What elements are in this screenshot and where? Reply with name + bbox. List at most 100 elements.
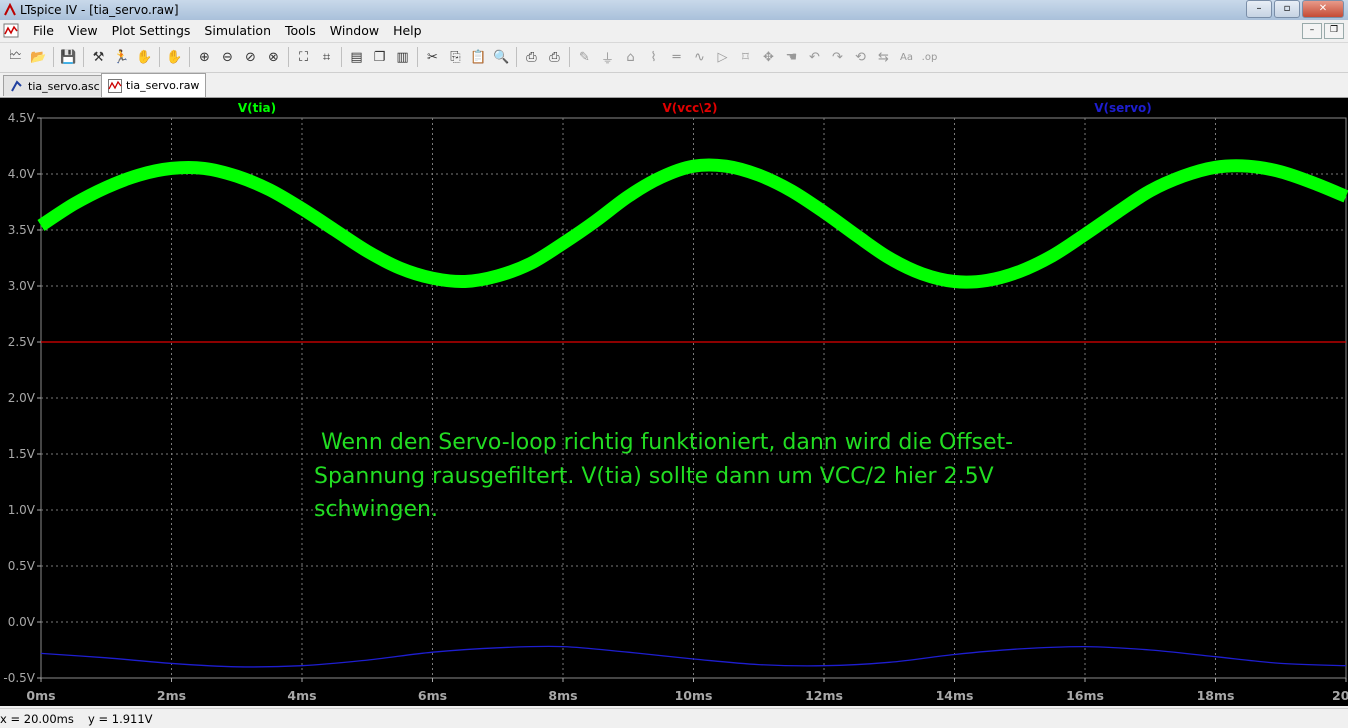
toolbar-separator (83, 47, 84, 67)
y-tick-label: 2.5V (8, 335, 36, 349)
toolbar: 🗠 📂 💾 ⚒ 🏃 ✋ ✋ ⊕ ⊖ ⊘ ⊗ ⛶ ⌗ ▤ ❐ ▥ ✂ ⎘ 📋 🔍 ⎙ ⎙ ✎ ⏚ ⌂ ⌇ ═ ∿ ▷ ⌑ ✥ ☚ ↶ ↷ ⟲ ⇆ Aa .o… (0, 42, 1348, 73)
legend-label: V(servo) (1094, 101, 1152, 115)
cursor-x-readout: x = 20.00ms (0, 712, 74, 726)
y-tick-label: -0.5V (3, 671, 35, 685)
zoom-in-icon[interactable]: ⊕ (193, 46, 216, 68)
status-bar: x = 20.00ms y = 1.911V (0, 708, 1348, 728)
x-tick-label: 4ms (287, 688, 316, 703)
tab-label: tia_servo.asc (28, 79, 100, 93)
y-tick-label: 1.5V (8, 447, 36, 461)
x-tick-label: 8ms (548, 688, 577, 703)
waveform-chart[interactable]: 4.5V 4.0V 3.5V 3.0V 2.5V 2.0V 1.5V 1.0V 0.5V 0.0V… (0, 98, 1348, 706)
x-tick-label: 6ms (418, 688, 447, 703)
zoom-cancel-icon[interactable]: ⊗ (262, 46, 285, 68)
drag-icon[interactable]: ☚ (780, 46, 803, 68)
menu-window[interactable]: Window (323, 23, 386, 38)
mdi-minimize-button[interactable]: – (1302, 23, 1322, 39)
copy-icon[interactable]: ⎘ (444, 46, 467, 68)
x-tick-label: 18ms (1197, 688, 1235, 703)
y-tick-label: 2.0V (8, 391, 36, 405)
paste-icon[interactable]: 📋 (467, 46, 490, 68)
tab-schematic[interactable]: tia_servo.asc (3, 75, 107, 96)
inductor-icon[interactable]: ∿ (688, 46, 711, 68)
x-tick-label: 14ms (936, 688, 974, 703)
y-tick-label: 4.0V (8, 167, 36, 181)
document-waveform-icon[interactable] (3, 23, 19, 38)
y-tick-label: 3.5V (8, 223, 36, 237)
label-icon[interactable]: ⌂ (619, 46, 642, 68)
x-tick-label: 2ms (157, 688, 186, 703)
waveform-plot[interactable]: 4.5V 4.0V 3.5V 3.0V 2.5V 2.0V 1.5V 1.0V 0.5V 0.0V… (0, 98, 1348, 706)
x-tick-label: 10ms (675, 688, 713, 703)
document-tabs: tia_servo.asc tia_servo.raw (0, 73, 1348, 98)
control-panel-icon[interactable]: ⚒ (87, 46, 110, 68)
print-preview-icon[interactable]: ⎙ (520, 46, 543, 68)
tile-horizontal-icon[interactable]: ▥ (391, 46, 414, 68)
open-icon[interactable]: 📂 (27, 46, 50, 68)
menu-tools[interactable]: Tools (278, 23, 323, 38)
annotation-text: schwingen. (314, 497, 438, 522)
annotation-text: Spannung rausgefiltert. V(tia) sollte da… (314, 464, 994, 489)
y-tick-label: 0.5V (8, 559, 36, 573)
maximize-button[interactable]: ▫ (1274, 0, 1300, 18)
toolbar-separator (569, 47, 570, 67)
toolbar-separator (189, 47, 190, 67)
ground-icon[interactable]: ⏚ (596, 46, 619, 68)
x-tick-label: 12ms (805, 688, 843, 703)
minimize-button[interactable]: – (1246, 0, 1272, 18)
menu-file[interactable]: File (26, 23, 61, 38)
close-button[interactable]: ✕ (1302, 0, 1344, 18)
toolbar-separator (159, 47, 160, 67)
halt-icon[interactable]: ✋ (133, 46, 156, 68)
y-tick-label: 0.0V (8, 615, 36, 629)
diode-icon[interactable]: ▷ (711, 46, 734, 68)
mdi-restore-button[interactable]: ❐ (1324, 23, 1344, 39)
y-tick-label: 4.5V (8, 111, 36, 125)
ltspice-logo-icon (4, 3, 16, 16)
window-title: LTspice IV - [tia_servo.raw] (20, 3, 179, 17)
redo-icon[interactable]: ↷ (826, 46, 849, 68)
find-icon[interactable]: 🔍 (490, 46, 513, 68)
component-icon[interactable]: ⌑ (734, 46, 757, 68)
annotation-text: Wenn den Servo-loop richtig funktioniert… (314, 430, 1013, 455)
resistor-icon[interactable]: ⌇ (642, 46, 665, 68)
legend-label: V(vcc\2) (662, 101, 717, 115)
move-icon[interactable]: ✥ (757, 46, 780, 68)
rotate-icon[interactable]: ⟲ (849, 46, 872, 68)
wire-icon[interactable]: ✎ (573, 46, 596, 68)
y-tick-label: 3.0V (8, 279, 36, 293)
menu-help[interactable]: Help (386, 23, 429, 38)
cut-icon[interactable]: ✂ (421, 46, 444, 68)
cascade-icon[interactable]: ❐ (368, 46, 391, 68)
toolbar-separator (288, 47, 289, 67)
menu-simulation[interactable]: Simulation (197, 23, 278, 38)
tab-waveform[interactable]: tia_servo.raw (101, 73, 207, 97)
spice-directive-icon[interactable]: .op (918, 46, 941, 68)
mirror-icon[interactable]: ⇆ (872, 46, 895, 68)
save-icon[interactable]: 💾 (57, 46, 80, 68)
schematic-icon (11, 80, 22, 92)
print-icon[interactable]: ⎙ (543, 46, 566, 68)
capacitor-icon[interactable]: ═ (665, 46, 688, 68)
text-icon[interactable]: Aa (895, 46, 918, 68)
menu-plot-settings[interactable]: Plot Settings (105, 23, 198, 38)
y-tick-label: 1.0V (8, 503, 36, 517)
pan-icon[interactable]: ✋ (163, 46, 186, 68)
legend-label: V(tia) (238, 101, 276, 115)
toolbar-separator (417, 47, 418, 67)
waveform-icon (108, 78, 122, 93)
tab-label: tia_servo.raw (126, 79, 200, 92)
x-tick-label: 20ms (1332, 688, 1348, 703)
tile-vertical-icon[interactable]: ▤ (345, 46, 368, 68)
cursor-y-readout: y = 1.911V (88, 712, 153, 726)
zoom-out-icon[interactable]: ⊖ (216, 46, 239, 68)
undo-icon[interactable]: ↶ (803, 46, 826, 68)
mark-icon[interactable]: ⌗ (315, 46, 338, 68)
menu-view[interactable]: View (61, 23, 105, 38)
autorange-icon[interactable]: ⛶ (292, 46, 315, 68)
zoom-fit-icon[interactable]: ⊘ (239, 46, 262, 68)
x-tick-label: 16ms (1066, 688, 1104, 703)
new-schematic-icon[interactable]: 🗠 (4, 46, 27, 68)
run-icon[interactable]: 🏃 (110, 46, 133, 68)
toolbar-separator (341, 47, 342, 67)
